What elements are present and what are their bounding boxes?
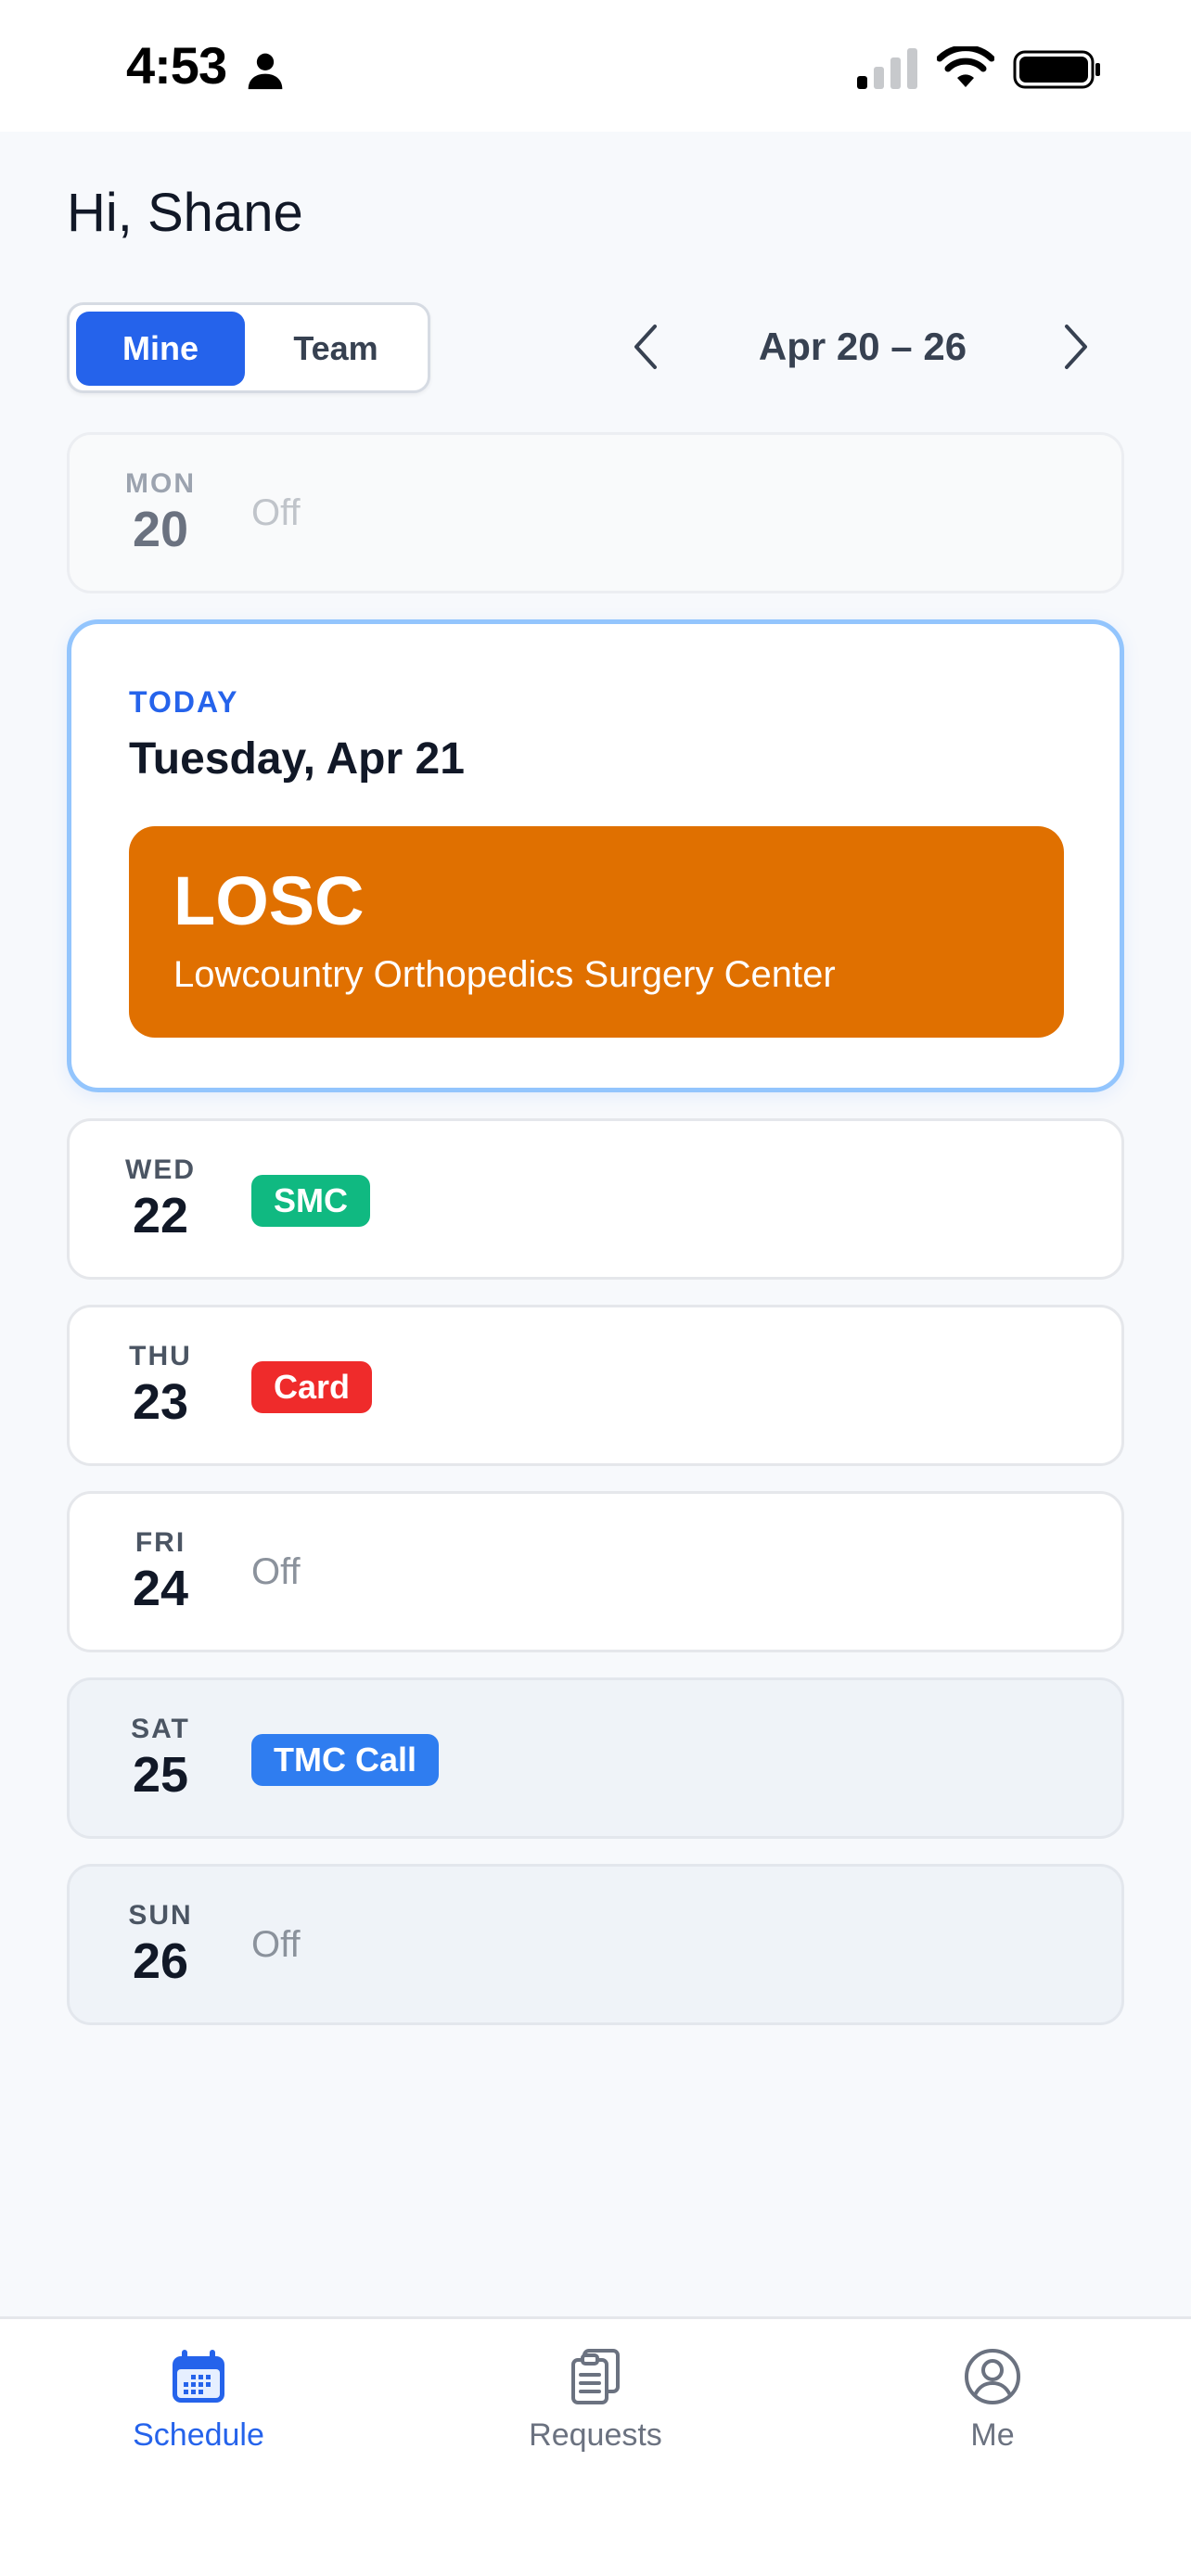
day-date: THU 23 [70,1307,251,1463]
user-circle-icon [965,2349,1020,2404]
day-row-sun[interactable]: SUN 26 Off [67,1864,1124,2025]
day-row-fri[interactable]: FRI 24 Off [67,1491,1124,1652]
shift-badge-tmc-call: TMC Call [251,1734,440,1786]
person-icon [248,53,283,90]
battery-icon [1013,50,1100,89]
shift-badge-card: Card [251,1361,373,1413]
day-number: 26 [132,1933,189,1989]
day-row-sat[interactable]: SAT 25 TMC Call [67,1677,1124,1839]
schedule-screen: 4:53 Hi, Shane Mine Team Apr 20 – 26 MON… [0,0,1191,2576]
bottom-tab-bar: Schedule Requests Me [0,2316,1191,2576]
toggle-team-button[interactable]: Team [251,312,420,386]
tab-requests[interactable]: Requests [456,2347,735,2495]
week-range-label: Apr 20 – 26 [758,325,967,368]
day-number: 22 [132,1188,189,1243]
status-bar: 4:53 [0,0,1191,132]
chevron-left-icon[interactable] [625,319,666,375]
shift-location-name: Lowcountry Orthopedics Surgery Center [173,954,836,995]
day-row-wed[interactable]: WED 22 SMC [67,1118,1124,1280]
calendar-icon [173,2350,224,2403]
day-status-off: Off [251,1923,301,1965]
day-status-off: Off [251,491,301,533]
day-status-off: Off [251,1550,301,1592]
day-date: SAT 25 [70,1680,251,1836]
toggle-mine-button[interactable]: Mine [76,312,245,386]
tab-me[interactable]: Me [853,2347,1132,2495]
day-date: FRI 24 [70,1494,251,1650]
day-number: 20 [132,502,189,557]
day-date: SUN 26 [70,1867,251,2022]
signal-icon [857,48,917,89]
day-name: MON [125,468,196,499]
status-time: 4:53 [126,36,227,95]
day-number: 25 [132,1747,189,1803]
greeting-title: Hi, Shane [67,183,303,243]
day-date: MON 20 [70,435,251,591]
wifi-icon [937,46,994,87]
today-card[interactable]: TODAY Tuesday, Apr 21 LOSC Lowcountry Or… [67,619,1124,1092]
day-name: SAT [131,1714,190,1744]
day-name: SUN [128,1900,193,1931]
day-number: 24 [132,1561,189,1616]
clipboard-icon [571,2349,620,2404]
day-date: WED 22 [70,1121,251,1277]
tab-label: Me [970,2417,1015,2453]
tab-label: Requests [529,2417,662,2453]
mine-team-toggle: Mine Team [67,302,430,393]
day-number: 23 [132,1374,189,1430]
day-name: WED [125,1154,196,1185]
today-label: TODAY [129,685,239,719]
day-row-mon[interactable]: MON 20 Off [67,432,1124,593]
shift-code: LOSC [173,862,365,939]
chevron-right-icon[interactable] [1056,319,1096,375]
today-shift-block[interactable]: LOSC Lowcountry Orthopedics Surgery Cent… [129,826,1064,1038]
tab-label: Schedule [133,2417,264,2453]
today-date: Tuesday, Apr 21 [129,734,465,784]
day-name: FRI [134,1527,186,1558]
tab-schedule[interactable]: Schedule [59,2347,338,2495]
day-row-thu[interactable]: THU 23 Card [67,1305,1124,1466]
shift-badge-smc: SMC [251,1175,370,1227]
day-name: THU [129,1341,192,1371]
